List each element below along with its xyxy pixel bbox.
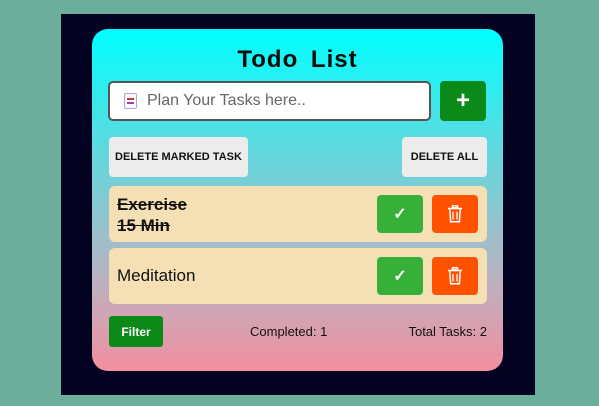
task-title: Meditation bbox=[117, 266, 196, 285]
todo-card: Todo List + DELETE MARKED TASK DELETE AL… bbox=[92, 29, 503, 371]
task-text: Exercise 15 Min bbox=[117, 194, 217, 236]
mark-done-button[interactable]: ✓ bbox=[377, 195, 423, 233]
delete-marked-button[interactable]: DELETE MARKED TASK bbox=[109, 137, 248, 177]
task-input[interactable] bbox=[147, 92, 397, 110]
add-task-button[interactable]: + bbox=[440, 81, 486, 121]
task-title: Exercise bbox=[117, 195, 187, 214]
delete-task-button[interactable] bbox=[432, 195, 478, 233]
task-item: Exercise 15 Min ✓ bbox=[109, 186, 487, 242]
task-subtitle: 15 Min bbox=[117, 216, 170, 235]
task-item: Meditation ✓ bbox=[109, 248, 487, 304]
delete-task-button[interactable] bbox=[432, 257, 478, 295]
task-text: Meditation bbox=[117, 265, 317, 286]
total-count: Total Tasks: 2 bbox=[408, 324, 487, 339]
filter-button[interactable]: Filter bbox=[109, 316, 163, 347]
mark-done-button[interactable]: ✓ bbox=[377, 257, 423, 295]
notepad-icon bbox=[124, 93, 137, 109]
completed-count: Completed: 1 bbox=[250, 324, 328, 339]
trash-icon bbox=[448, 267, 462, 285]
page-title: Todo List bbox=[237, 46, 358, 73]
check-icon: ✓ bbox=[393, 206, 407, 223]
check-icon: ✓ bbox=[393, 268, 407, 285]
trash-icon bbox=[448, 205, 462, 223]
delete-all-button[interactable]: DELETE ALL bbox=[402, 137, 487, 177]
task-input-container[interactable] bbox=[108, 81, 431, 121]
